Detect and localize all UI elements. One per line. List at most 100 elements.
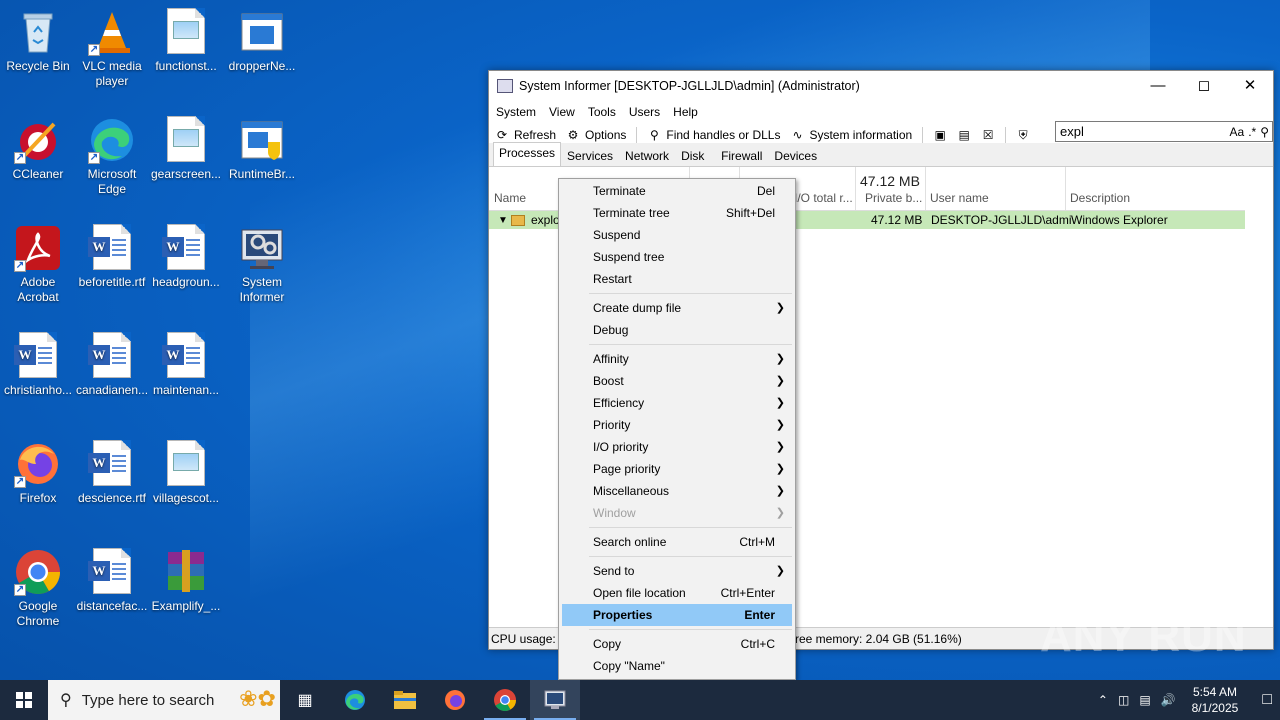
menu-item-open-file-location[interactable]: Open file location Ctrl+Enter — [559, 582, 795, 604]
task-view-button[interactable]: ▦ — [280, 680, 330, 720]
desktop-icon-villagescot[interactable]: villagescot... — [148, 440, 224, 506]
start-button[interactable] — [0, 680, 48, 720]
system-information-button[interactable]: ∿ System information — [790, 128, 912, 142]
desktop-icon-headgroun[interactable]: W headgroun... — [148, 224, 224, 290]
maximize-icon[interactable]: ◻ — [1181, 71, 1227, 101]
desktop-icon-ccleaner[interactable]: ↗ CCleaner — [0, 116, 76, 182]
options-button[interactable]: ⚙ Options — [566, 128, 627, 142]
tab-services[interactable]: Services — [561, 145, 619, 166]
shield-icon[interactable]: ⛨ — [1016, 128, 1030, 142]
menu-item-copy[interactable]: Copy Ctrl+C — [559, 633, 795, 655]
menu-bar: System View Tools Users Help — [489, 101, 1273, 123]
menu-item-page-priority[interactable]: Page priority ❯ — [559, 458, 795, 480]
menu-item-priority[interactable]: Priority ❯ — [559, 414, 795, 436]
gear-icon: ⚙ — [567, 128, 579, 142]
desktop-icon-vlc[interactable]: ↗ VLC media player — [74, 8, 150, 89]
menu-item-properties[interactable]: Properties Enter — [562, 604, 792, 626]
submenu-arrow-icon: ❯ — [775, 463, 785, 475]
desktop-icon-firefox[interactable]: ↗ Firefox — [0, 440, 76, 506]
taskbar-file-explorer[interactable] — [380, 680, 430, 720]
find-window-icon[interactable]: ▤ — [957, 128, 971, 142]
column-user-name[interactable]: User name — [930, 191, 989, 205]
menu-system[interactable]: System — [496, 105, 536, 119]
firefox-icon — [445, 690, 465, 710]
menu-item-send-to[interactable]: Send to ❯ — [559, 560, 795, 582]
taskbar-search-box[interactable]: ⚲ Type here to search ❀✿ — [48, 680, 280, 720]
tab-network[interactable]: Network — [619, 145, 675, 166]
title-bar[interactable]: System Informer [DESKTOP-JGLLJLD\admin] … — [489, 71, 1273, 101]
desktop-icon-runtimebr[interactable]: RuntimeBr... — [224, 116, 300, 182]
system-informer-icon — [544, 690, 566, 709]
menu-help[interactable]: Help — [673, 105, 698, 119]
desktop-icon-recycle-bin[interactable]: Recycle Bin — [0, 8, 76, 74]
tab-firewall[interactable]: Firewall — [715, 145, 768, 166]
menu-item-io-priority[interactable]: I/O priority ❯ — [559, 436, 795, 458]
match-case-toggle[interactable]: Aa — [1230, 125, 1245, 139]
tab-disk[interactable]: Disk — [675, 145, 715, 166]
expand-chevron-icon[interactable]: ▼ — [498, 215, 508, 226]
desktop-icon-maintenan[interactable]: W maintenan... — [148, 332, 224, 398]
column-io-total[interactable]: I/O total r... — [794, 191, 853, 205]
menu-item-restart[interactable]: Restart — [559, 268, 795, 290]
volume-icon[interactable]: 🔊 — [1161, 693, 1176, 707]
column-private-bytes[interactable]: Private b... — [865, 191, 922, 205]
close-icon[interactable]: ✕ — [1227, 71, 1273, 101]
refresh-button[interactable]: ⟳ Refresh — [495, 128, 556, 142]
menu-item-terminate[interactable]: Terminate Del — [559, 180, 795, 202]
taskbar-system-informer[interactable] — [530, 680, 580, 720]
menu-item-search-online[interactable]: Search online Ctrl+M — [559, 531, 795, 553]
desktop-icon-adobe-acrobat[interactable]: ↗ Adobe Acrobat — [0, 224, 76, 305]
menu-item-create-dump-file[interactable]: Create dump file ❯ — [559, 297, 795, 319]
menu-item-suspend[interactable]: Suspend — [559, 224, 795, 246]
find-handles-button[interactable]: ⚲ Find handles or DLLs — [647, 128, 780, 142]
desktop-icon-gearscreen[interactable]: gearscreen... — [148, 116, 224, 182]
minimize-icon[interactable]: — — [1135, 71, 1181, 101]
chrome-icon — [494, 689, 516, 711]
network-icon[interactable]: ▤ — [1139, 693, 1150, 707]
desktop-icon-descience[interactable]: W descience.rtf — [74, 440, 150, 506]
image-file-icon — [162, 440, 210, 488]
clock[interactable]: 5:54 AM 8/1/2025 — [1192, 684, 1239, 716]
desktop-icon-functionst[interactable]: functionst... — [148, 8, 224, 74]
desktop-icon-canadianen[interactable]: W canadianen... — [74, 332, 150, 398]
task-view-icon: ▦ — [297, 692, 313, 709]
word-document-icon: W — [88, 332, 136, 380]
notification-icon[interactable]: □ — [1262, 691, 1272, 709]
search-options-icon[interactable]: ⚲ — [1260, 125, 1269, 139]
desktop-icon-microsoft-edge[interactable]: ↗ Microsoft Edge — [74, 116, 150, 197]
menu-item-suspend-tree[interactable]: Suspend tree — [559, 246, 795, 268]
close-window-icon[interactable]: ☒ — [981, 128, 995, 142]
menu-view[interactable]: View — [549, 105, 575, 119]
application-shield-icon — [238, 116, 286, 164]
desktop-icon-distancefac[interactable]: W distancefac... — [74, 548, 150, 614]
desktop-icon-christianho[interactable]: W christianho... — [0, 332, 76, 398]
menu-item-affinity[interactable]: Affinity ❯ — [559, 348, 795, 370]
process-search-input[interactable]: expl Aa .* ⚲ — [1055, 121, 1273, 142]
process-user-name: DESKTOP-JGLLJLD\admi — [931, 213, 1072, 227]
taskbar-chrome[interactable] — [480, 680, 530, 720]
taskbar-firefox[interactable] — [430, 680, 480, 720]
menu-item-efficiency[interactable]: Efficiency ❯ — [559, 392, 795, 414]
desktop-icon-google-chrome[interactable]: ↗ Google Chrome — [0, 548, 76, 629]
menu-tools[interactable]: Tools — [588, 105, 616, 119]
window-icon[interactable]: ▣ — [933, 128, 947, 142]
taskbar-edge[interactable] — [330, 680, 380, 720]
menu-users[interactable]: Users — [629, 105, 660, 119]
desktop-icon-system-informer[interactable]: System Informer — [224, 224, 300, 305]
chevron-up-icon[interactable]: ⌃ — [1098, 693, 1108, 707]
menu-item-boost[interactable]: Boost ❯ — [559, 370, 795, 392]
network-adapter-icon[interactable]: ◫ — [1118, 693, 1129, 707]
menu-item-miscellaneous[interactable]: Miscellaneous ❯ — [559, 480, 795, 502]
menu-item-copy-name[interactable]: Copy "Name" — [559, 655, 795, 677]
column-name[interactable]: Name — [494, 191, 526, 205]
desktop-icon-examplify[interactable]: Examplify_... — [148, 548, 224, 614]
column-description[interactable]: Description — [1070, 191, 1130, 205]
search-icon: ⚲ — [60, 692, 72, 709]
tab-devices[interactable]: Devices — [768, 145, 823, 166]
desktop-icon-dropperne[interactable]: dropperNe... — [224, 8, 300, 74]
tab-processes[interactable]: Processes — [493, 142, 562, 166]
regex-toggle[interactable]: .* — [1248, 125, 1256, 139]
menu-item-terminate-tree[interactable]: Terminate tree Shift+Del — [559, 202, 795, 224]
menu-item-debug[interactable]: Debug — [559, 319, 795, 341]
desktop-icon-beforetitle[interactable]: W beforetitle.rtf — [74, 224, 150, 290]
